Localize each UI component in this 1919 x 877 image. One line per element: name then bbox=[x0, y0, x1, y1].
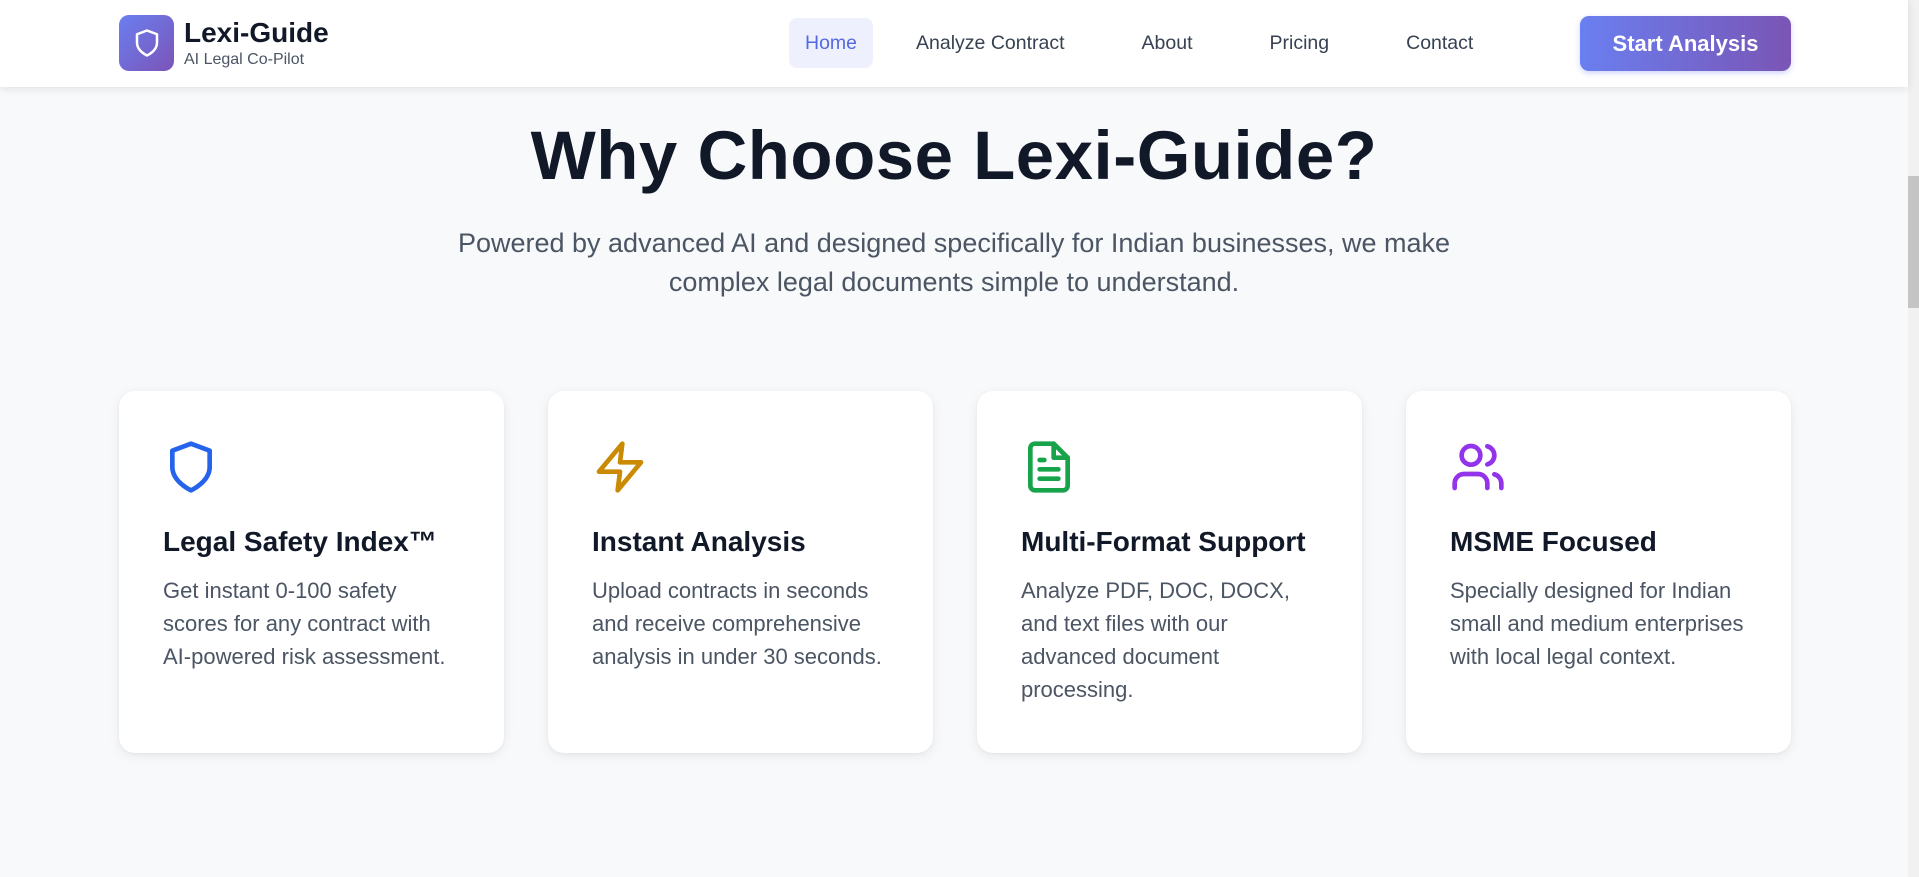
document-icon bbox=[1028, 441, 1070, 493]
brand-logo-link[interactable]: Lexi-Guide AI Legal Co-Pilot bbox=[119, 15, 329, 71]
nav-item-analyze-contract[interactable]: Analyze Contract bbox=[900, 18, 1081, 68]
page: Lexi-Guide AI Legal Co-Pilot Home Analyz… bbox=[0, 0, 1919, 877]
feature-card-msme-focused: MSME Focused Specially designed for Indi… bbox=[1406, 391, 1791, 753]
feature-description: Get instant 0-100 safety scores for any … bbox=[163, 578, 446, 669]
nav-item-contact[interactable]: Contact bbox=[1390, 18, 1489, 68]
vertical-scrollbar[interactable] bbox=[1908, 0, 1919, 877]
users-icon bbox=[1452, 443, 1504, 491]
brand-text: Lexi-Guide AI Legal Co-Pilot bbox=[184, 17, 329, 70]
nav-item-pricing[interactable]: Pricing bbox=[1254, 18, 1346, 68]
feature-cards: Legal Safety Index™ Get instant 0-100 sa… bbox=[119, 391, 1791, 753]
feature-description: Specially designed for Indian small and … bbox=[1450, 578, 1744, 669]
feature-card-legal-safety-index: Legal Safety Index™ Get instant 0-100 sa… bbox=[119, 391, 504, 753]
feature-card-instant-analysis: Instant Analysis Upload contracts in sec… bbox=[548, 391, 933, 753]
brand-tagline: AI Legal Co-Pilot bbox=[184, 50, 305, 68]
scrollbar-thumb[interactable] bbox=[1908, 176, 1919, 308]
brand-name: Lexi-Guide bbox=[184, 16, 329, 48]
feature-description: Upload contracts in seconds and receive … bbox=[592, 578, 882, 669]
shield-icon bbox=[170, 441, 213, 493]
lightning-icon bbox=[596, 441, 644, 493]
feature-title: Multi-Format Support bbox=[1021, 526, 1306, 557]
nav-item-home[interactable]: Home bbox=[789, 18, 874, 68]
logo-badge bbox=[119, 15, 174, 71]
feature-card-multi-format-support: Multi-Format Support Analyze PDF, DOC, D… bbox=[977, 391, 1362, 753]
feature-title: MSME Focused bbox=[1450, 526, 1657, 557]
feature-description: Analyze PDF, DOC, DOCX, and text files w… bbox=[1021, 578, 1290, 702]
main-nav: Home Analyze Contract About Pricing Cont… bbox=[789, 17, 1489, 69]
section-title: Why Choose Lexi-Guide? bbox=[530, 117, 1378, 194]
top-navbar: Lexi-Guide AI Legal Co-Pilot Home Analyz… bbox=[0, 0, 1908, 87]
nav-item-about[interactable]: About bbox=[1126, 18, 1209, 68]
feature-title: Legal Safety Index™ bbox=[163, 526, 437, 557]
feature-title: Instant Analysis bbox=[592, 526, 806, 557]
shield-icon bbox=[135, 29, 158, 57]
start-analysis-button[interactable]: Start Analysis bbox=[1580, 16, 1791, 71]
section-subtitle: Powered by advanced AI and designed spec… bbox=[457, 228, 1451, 297]
